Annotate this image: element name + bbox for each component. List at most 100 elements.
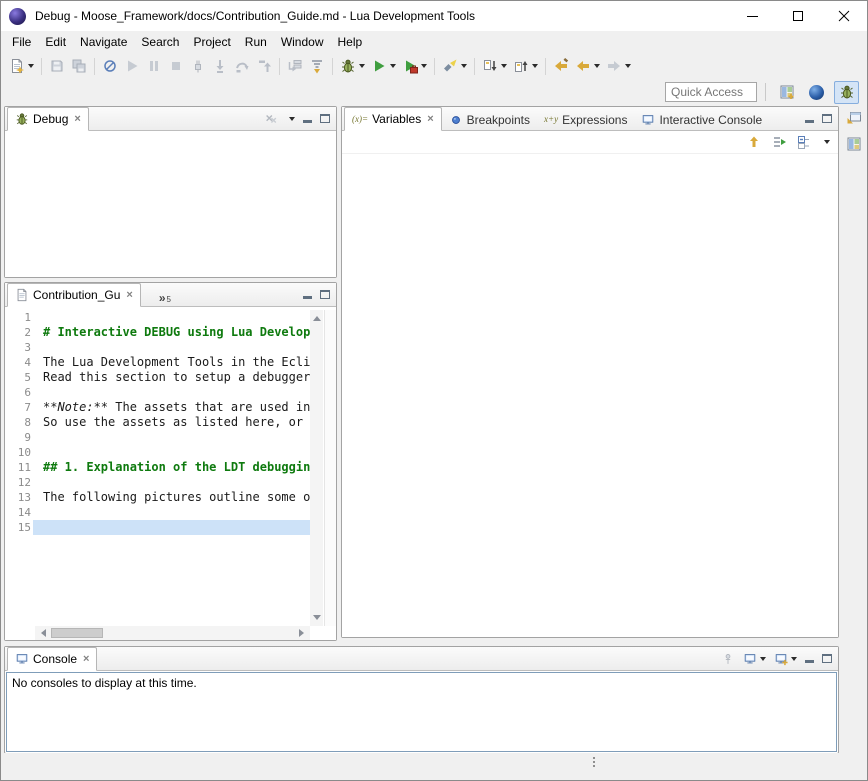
line-number[interactable]: 7 — [5, 401, 33, 414]
search-button[interactable] — [439, 55, 470, 77]
line-number[interactable]: 8 — [5, 416, 33, 429]
new-file-button[interactable] — [6, 55, 37, 77]
line-number[interactable]: 6 — [5, 386, 33, 399]
maximize-view-icon[interactable] — [822, 114, 832, 123]
minimize-view-icon[interactable] — [805, 120, 814, 123]
line-number[interactable]: 5 — [5, 371, 33, 384]
minimize-view-icon[interactable] — [303, 120, 312, 123]
collapse-all-icon[interactable] — [796, 134, 812, 150]
line-text[interactable] — [33, 445, 310, 460]
line-text[interactable]: So use the assets as listed here, or y — [33, 415, 310, 430]
step-return-button[interactable] — [253, 55, 275, 77]
skip-all-breakpoints-button[interactable] — [99, 55, 121, 77]
editor-horizontal-scrollbar[interactable] — [35, 626, 310, 640]
scrollbar-thumb[interactable] — [51, 628, 103, 638]
line-number[interactable]: 10 — [5, 446, 33, 459]
step-over-button[interactable] — [231, 55, 253, 77]
ldt-perspective-button[interactable] — [804, 81, 829, 104]
line-text[interactable]: Read this section to setup a debugger — [33, 370, 310, 385]
quick-access-input[interactable]: Quick Access — [665, 82, 757, 102]
step-into-button[interactable] — [209, 55, 231, 77]
display-console-button[interactable] — [743, 652, 766, 666]
tab-debug[interactable]: Debug × — [7, 107, 89, 131]
editor-line[interactable]: 8So use the assets as listed here, or y — [5, 415, 310, 430]
disconnect-button[interactable] — [187, 55, 209, 77]
console-content[interactable]: No consoles to display at this time. — [6, 672, 837, 752]
previous-annotation-button[interactable] — [510, 55, 541, 77]
maximize-view-icon[interactable] — [320, 114, 330, 123]
line-text[interactable] — [33, 310, 310, 325]
editor-line[interactable]: 3 — [5, 340, 310, 355]
minimized-view-button[interactable] — [844, 134, 864, 154]
editor-line[interactable]: 7**Note:** The assets that are used in — [5, 400, 310, 415]
line-text[interactable] — [33, 430, 310, 445]
line-number[interactable]: 9 — [5, 431, 33, 444]
line-number[interactable]: 11 — [5, 461, 33, 474]
line-text[interactable] — [33, 340, 310, 355]
minimize-view-icon[interactable] — [805, 660, 814, 663]
minimize-view-icon[interactable] — [303, 296, 312, 299]
editor-line[interactable]: 6 — [5, 385, 310, 400]
tab-expressions[interactable]: x+y Expressions — [537, 109, 634, 130]
open-console-button[interactable] — [774, 652, 797, 666]
next-annotation-button[interactable] — [479, 55, 510, 77]
tab-variables[interactable]: (x)= Variables × — [344, 107, 442, 131]
show-type-names-icon[interactable] — [746, 134, 762, 150]
close-icon[interactable]: × — [83, 654, 89, 665]
menu-file[interactable]: File — [5, 32, 38, 52]
line-number[interactable]: 2 — [5, 326, 33, 339]
save-button[interactable] — [46, 55, 68, 77]
line-number[interactable]: 4 — [5, 356, 33, 369]
line-text[interactable] — [33, 505, 310, 520]
editor-line[interactable]: 14 — [5, 505, 310, 520]
resize-grip[interactable] — [593, 757, 595, 767]
maximize-view-icon[interactable] — [822, 654, 832, 663]
drop-to-frame-button[interactable] — [284, 55, 306, 77]
tab-console[interactable]: Console × — [7, 647, 97, 671]
scroll-down-button[interactable] — [310, 613, 323, 626]
line-number[interactable]: 15 — [5, 521, 33, 534]
back-button[interactable] — [572, 55, 603, 77]
editor-line[interactable]: 10 — [5, 445, 310, 460]
line-text[interactable] — [33, 520, 310, 535]
suspend-button[interactable] — [143, 55, 165, 77]
debug-perspective-button[interactable] — [834, 81, 859, 104]
editor-line[interactable]: 5Read this section to setup a debugger — [5, 370, 310, 385]
editor-area[interactable]: 12# Interactive DEBUG using Lua Develop3… — [5, 307, 336, 640]
editor-overview-ruler[interactable] — [324, 310, 336, 626]
menu-search[interactable]: Search — [134, 32, 186, 52]
editor-line[interactable]: 9 — [5, 430, 310, 445]
open-perspective-button[interactable] — [774, 81, 799, 104]
menu-project[interactable]: Project — [186, 32, 237, 52]
line-number[interactable]: 3 — [5, 341, 33, 354]
line-text[interactable]: The Lua Development Tools in the Ecli — [33, 355, 310, 370]
line-number[interactable]: 12 — [5, 476, 33, 489]
external-tools-button[interactable] — [399, 55, 430, 77]
pin-console-icon[interactable] — [721, 652, 735, 666]
line-text[interactable]: The following pictures outline some o — [33, 490, 310, 505]
debug-button[interactable] — [337, 55, 368, 77]
menu-navigate[interactable]: Navigate — [73, 32, 134, 52]
use-step-filters-button[interactable] — [306, 55, 328, 77]
editor-tab-overflow[interactable]: » 5 — [159, 292, 171, 306]
terminate-button[interactable] — [165, 55, 187, 77]
editor-vertical-scrollbar[interactable] — [310, 310, 323, 626]
line-text[interactable]: **Note:** The assets that are used in — [33, 400, 310, 415]
remove-all-terminated-icon[interactable] — [264, 112, 278, 126]
window-maximize-button[interactable] — [775, 1, 821, 31]
editor-lines[interactable]: 12# Interactive DEBUG using Lua Develop3… — [5, 310, 310, 626]
close-icon[interactable]: × — [126, 290, 132, 301]
scroll-up-button[interactable] — [310, 310, 323, 323]
menu-edit[interactable]: Edit — [38, 32, 73, 52]
restore-view-button[interactable] — [844, 107, 864, 127]
menu-window[interactable]: Window — [274, 32, 331, 52]
show-logical-structures-icon[interactable] — [771, 134, 787, 150]
resume-button[interactable] — [121, 55, 143, 77]
editor-line[interactable]: 13The following pictures outline some o — [5, 490, 310, 505]
view-menu-icon[interactable] — [289, 117, 295, 121]
forward-button[interactable] — [603, 55, 634, 77]
line-text[interactable]: ## 1. Explanation of the LDT debuggin — [33, 460, 310, 475]
line-text[interactable] — [33, 475, 310, 490]
window-minimize-button[interactable] — [729, 1, 775, 31]
scroll-left-button[interactable] — [35, 627, 48, 640]
